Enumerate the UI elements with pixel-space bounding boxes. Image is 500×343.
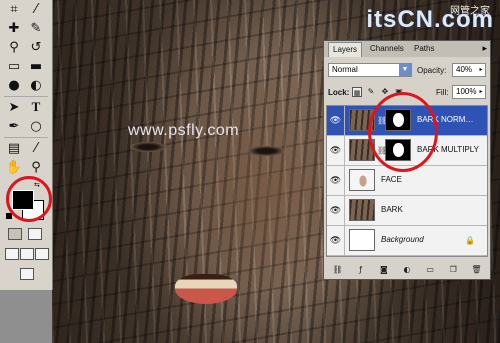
fill-label: Fill: [436, 88, 449, 97]
blend-mode-select[interactable]: Normal ▼ [328, 63, 412, 77]
adjustment-icon[interactable]: ◐ [400, 264, 414, 276]
opacity-value: 40% [456, 65, 473, 74]
trash-icon[interactable]: 🗑 [469, 264, 483, 276]
layer-row-bark[interactable]: 👁 BARK [327, 196, 487, 226]
layer-name: BARK [381, 205, 403, 214]
gradient-tool-icon[interactable]: ▬ [27, 57, 45, 75]
shape-tool-icon[interactable]: ○ [27, 117, 45, 135]
visibility-eye-icon[interactable]: 👁 [327, 106, 345, 135]
visibility-eye-icon[interactable]: 👁 [327, 196, 345, 225]
folder-icon[interactable]: ▭ [423, 264, 437, 276]
lock-icon: 🔒 [465, 236, 475, 245]
teeth-line [180, 279, 232, 280]
panel-menu-icon[interactable]: ▸ [482, 43, 487, 54]
opacity-input[interactable]: 40% ▸ [452, 63, 486, 77]
layer-thumbnail [349, 169, 375, 191]
fill-value: 100% [456, 87, 477, 96]
tab-channels[interactable]: Channels [366, 42, 408, 56]
screen-mode-standard-button[interactable] [5, 248, 19, 260]
layer-thumbnail [349, 229, 375, 251]
link-icon[interactable]: ⛓ [331, 264, 345, 276]
visibility-eye-icon[interactable]: 👁 [327, 166, 345, 195]
blend-mode-value: Normal [332, 65, 358, 74]
dodge-tool-icon[interactable]: ◐ [27, 76, 45, 94]
zoom-tool-icon[interactable]: ⚲ [27, 158, 45, 176]
layer-name: Background [381, 235, 424, 244]
tools-palette: ⌗ ⁄ ✚ ✎ ⚲ ↺ ▭ ▬ ● ◐ ➤ T ✒ ○ ▤ ⁄ ✋ ⚲ ⇆ [0, 0, 53, 290]
layer-thumbnail [349, 199, 375, 221]
left-eye [130, 142, 166, 152]
tab-layers[interactable]: Layers [328, 42, 363, 57]
lock-image-icon[interactable]: ✎ [366, 87, 376, 97]
eyedropper-tool-icon[interactable]: ⁄ [27, 139, 45, 157]
clone-stamp-icon[interactable]: ⚲ [5, 38, 23, 56]
fx-icon[interactable]: ƒ [354, 264, 368, 276]
chevron-right-icon: ▸ [479, 67, 483, 73]
mask-icon[interactable]: ◙ [377, 264, 391, 276]
right-eye [248, 146, 284, 156]
visibility-eye-icon[interactable]: 👁 [327, 226, 345, 255]
layer-row-background[interactable]: 👁 Background 🔒 [327, 226, 487, 256]
site-logo: itsCN.com [366, 6, 494, 33]
brush-tool-icon[interactable]: ✎ [27, 19, 45, 37]
annotation-circle-masks [368, 92, 438, 172]
standard-mode-button[interactable] [8, 228, 22, 240]
lock-transparency-icon[interactable]: ▦ [352, 87, 362, 97]
pen-tool-icon[interactable]: ✒ [5, 117, 23, 135]
crop-tool-icon[interactable]: ⌗ [5, 0, 23, 18]
chevron-right-icon: ▸ [479, 89, 483, 95]
toolbar-divider [4, 96, 48, 97]
hand-tool-icon[interactable]: ✋ [5, 158, 23, 176]
layer-name: FACE [381, 175, 402, 184]
history-brush-icon[interactable]: ↺ [27, 38, 45, 56]
chevron-down-icon: ▼ [399, 64, 411, 76]
quick-mask-button[interactable] [28, 228, 42, 240]
healing-brush-icon[interactable]: ✚ [5, 19, 23, 37]
jump-to-imageready-button[interactable] [20, 268, 34, 280]
panel-tabs: Layers Channels Paths ▸ [324, 41, 490, 57]
notes-tool-icon[interactable]: ▤ [5, 139, 23, 157]
screen-mode-full-button[interactable] [35, 248, 49, 260]
new-layer-icon[interactable]: ❐ [446, 264, 460, 276]
lock-label: Lock: [328, 88, 350, 97]
screen-mode-full-menu-button[interactable] [20, 248, 34, 260]
watermark: www.psfly.com [128, 122, 240, 139]
opacity-label: Opacity: [417, 66, 447, 75]
blur-tool-icon[interactable]: ● [5, 76, 23, 94]
layers-footer: ⛓ ƒ ◙ ◐ ▭ ❐ 🗑 [326, 263, 488, 277]
eraser-tool-icon[interactable]: ▭ [5, 57, 23, 75]
type-tool-icon[interactable]: T [27, 98, 45, 116]
slice-tool-icon[interactable]: ⁄ [27, 0, 45, 18]
visibility-eye-icon[interactable]: 👁 [327, 136, 345, 165]
fill-input[interactable]: 100% ▸ [452, 85, 486, 99]
tab-paths[interactable]: Paths [410, 42, 438, 56]
path-select-icon[interactable]: ➤ [5, 98, 23, 116]
annotation-circle-colors [6, 176, 52, 222]
toolbar-divider [4, 137, 48, 138]
